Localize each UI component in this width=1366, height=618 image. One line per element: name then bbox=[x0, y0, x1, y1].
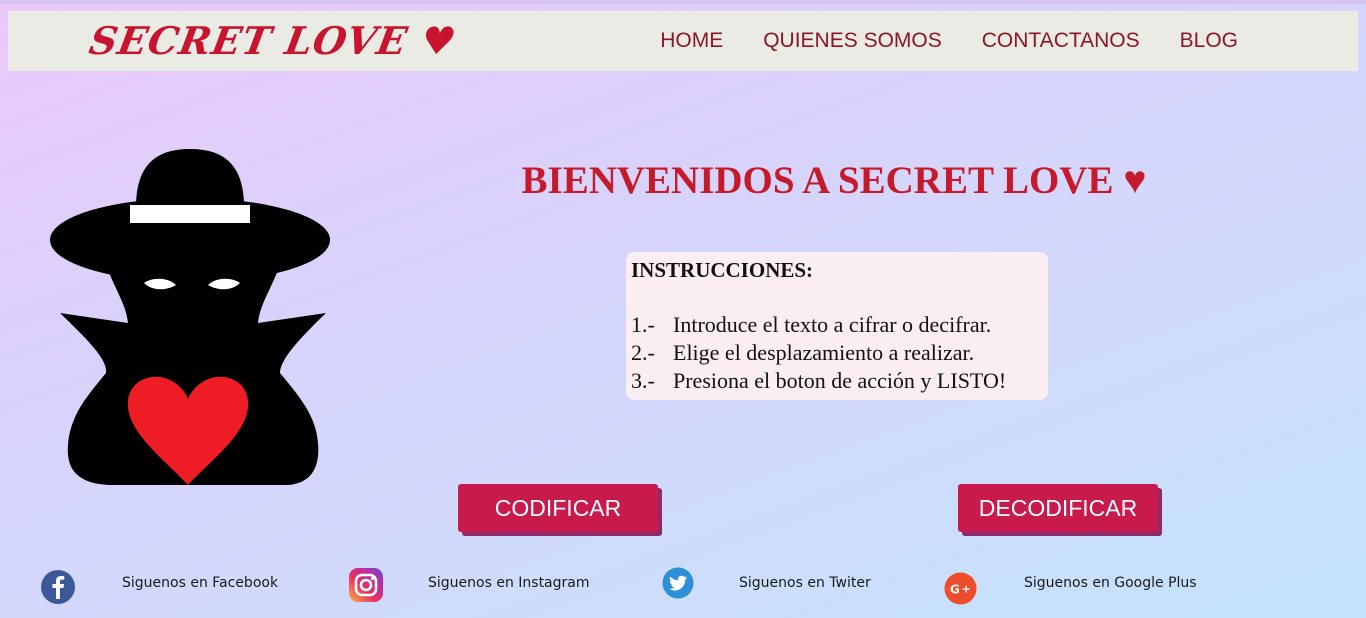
instructions-panel: INSTRUCCIONES: 1.- Introduce el texto a … bbox=[626, 252, 1048, 400]
welcome-heading: BIENVENIDOS A SECRET LOVE ♥ bbox=[521, 159, 1147, 202]
svg-text:+: + bbox=[962, 583, 971, 596]
main-nav: HOME QUIENES SOMOS CONTACTANOS BLOG bbox=[660, 11, 1238, 71]
facebook-icon[interactable] bbox=[40, 569, 76, 605]
instruction-step: 3.- Presiona el boton de acción y LISTO! bbox=[631, 367, 1048, 395]
nav-quienes-somos[interactable]: QUIENES SOMOS bbox=[763, 29, 942, 53]
instruction-step: 1.- Introduce el texto a cifrar o decifr… bbox=[631, 311, 1048, 339]
social-twitter-label[interactable]: Siguenos en Twiter bbox=[739, 575, 871, 591]
step-text: Elige el desplazamiento a realizar. bbox=[673, 340, 975, 365]
encode-button[interactable]: CODIFICAR bbox=[458, 484, 658, 532]
nav-blog[interactable]: BLOG bbox=[1180, 29, 1238, 53]
spy-heart-illustration bbox=[50, 149, 330, 485]
nav-home[interactable]: HOME bbox=[660, 29, 723, 53]
step-number: 3.- bbox=[631, 368, 655, 393]
social-instagram-label[interactable]: Siguenos en Instagram bbox=[428, 575, 590, 591]
step-number: 1.- bbox=[631, 312, 655, 337]
navbar: SECRET LOVE ♥ HOME QUIENES SOMOS CONTACT… bbox=[8, 11, 1358, 71]
google-plus-icon[interactable]: G + bbox=[944, 572, 977, 605]
brand-logo[interactable]: SECRET LOVE ♥ bbox=[86, 18, 461, 63]
step-number: 2.- bbox=[631, 340, 655, 365]
step-text: Presiona el boton de acción y LISTO! bbox=[673, 368, 1007, 393]
decode-button[interactable]: DECODIFICAR bbox=[958, 484, 1158, 532]
top-strip bbox=[0, 0, 1366, 4]
social-facebook-label[interactable]: Siguenos en Facebook bbox=[122, 575, 278, 591]
twitter-icon[interactable] bbox=[662, 567, 694, 599]
nav-contactanos[interactable]: CONTACTANOS bbox=[982, 29, 1140, 53]
instructions-title: INSTRUCCIONES: bbox=[631, 258, 814, 282]
social-google-plus-label[interactable]: Siguenos en Google Plus bbox=[1024, 575, 1197, 591]
instagram-icon[interactable] bbox=[348, 567, 384, 603]
step-text: Introduce el texto a cifrar o decifrar. bbox=[673, 312, 992, 337]
instruction-step: 2.- Elige el desplazamiento a realizar. bbox=[631, 339, 1048, 367]
svg-text:G: G bbox=[950, 583, 960, 597]
